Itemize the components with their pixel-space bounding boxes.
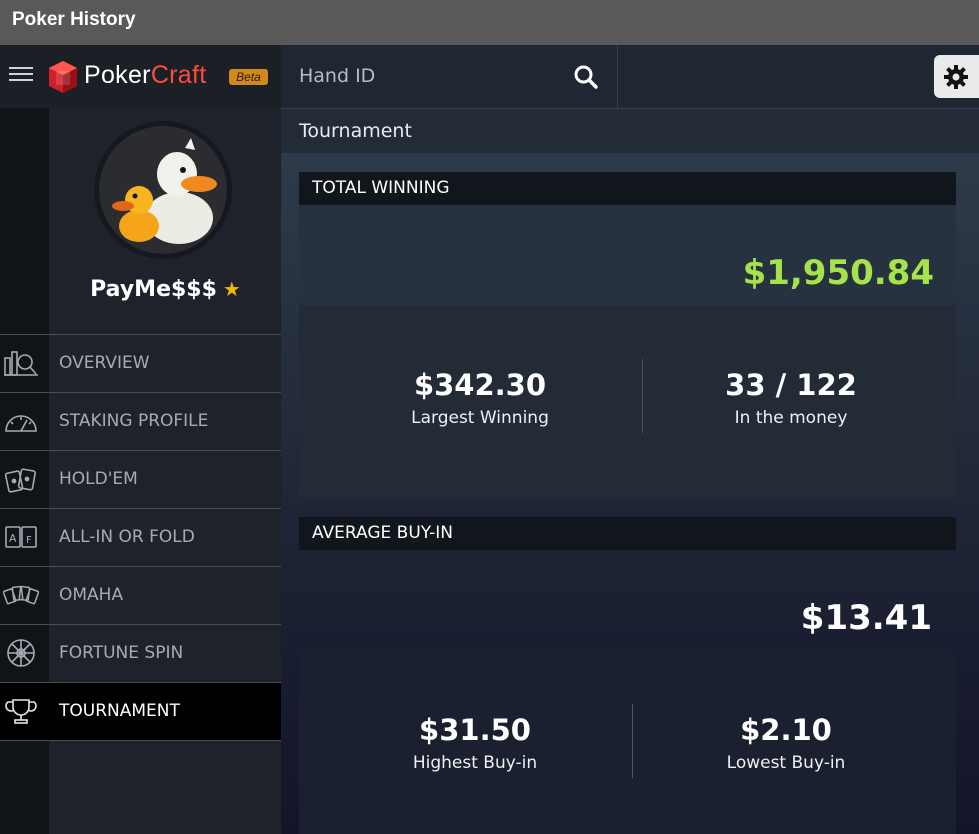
sidebar-item-label: STAKING PROFILE bbox=[59, 411, 209, 431]
sidebar-item-tournament[interactable]: TOURNAMENT bbox=[0, 682, 281, 741]
average-buyin-card: AVERAGE BUY-IN $13.41 $31.50 Highest Buy… bbox=[299, 517, 956, 834]
star-icon: ★ bbox=[222, 277, 241, 301]
card-stats: $31.50 Highest Buy-in $2.10 Lowest Buy-i… bbox=[299, 650, 956, 834]
brand-bar: PokerCraft Beta bbox=[0, 45, 281, 108]
pokercraft-logo-icon bbox=[49, 61, 77, 93]
stat-label: Highest Buy-in bbox=[412, 753, 538, 773]
card-header: AVERAGE BUY-IN bbox=[299, 517, 956, 550]
duck-avatar-icon bbox=[99, 126, 227, 254]
gauge-icon bbox=[5, 415, 37, 432]
sidebar-item-omaha[interactable]: OMAHA bbox=[0, 566, 281, 624]
stat-value: $31.50 bbox=[419, 713, 531, 747]
svg-text:F: F bbox=[26, 535, 32, 546]
avatar bbox=[94, 121, 232, 259]
window-titlebar: Poker History bbox=[0, 0, 979, 45]
sidebar-item-label: OMAHA bbox=[59, 585, 124, 605]
card-header: TOTAL WINNING bbox=[299, 172, 956, 205]
stat-label: Largest Winning bbox=[411, 408, 549, 428]
af-cards-icon: A F bbox=[5, 526, 37, 548]
stat-value: $2.10 bbox=[740, 713, 832, 747]
sidebar-item-label: HOLD'EM bbox=[59, 469, 138, 489]
sidebar-item-label: ALL-IN OR FOLD bbox=[59, 527, 195, 547]
sidebar-item-label: OVERVIEW bbox=[59, 353, 150, 373]
sidebar-item-fortune-spin[interactable]: FORTUNE SPIN bbox=[0, 624, 281, 682]
main-content: TOTAL WINNING $1,950.84 $342.30 Largest … bbox=[281, 153, 979, 834]
cards-icon bbox=[4, 468, 36, 493]
brand-name: PokerCraft bbox=[84, 61, 207, 89]
window-title: Poker History bbox=[12, 9, 136, 30]
section-header: Tournament bbox=[281, 108, 979, 154]
hand-id-search[interactable]: Hand ID bbox=[281, 45, 618, 108]
username: PayMe$$$ ★ bbox=[90, 277, 241, 302]
card-main-value-area: $1,950.84 bbox=[299, 205, 956, 305]
search-input[interactable]: Hand ID bbox=[299, 65, 375, 87]
sidebar-item-label: TOURNAMENT bbox=[59, 701, 180, 721]
trophy-icon bbox=[5, 699, 37, 724]
omaha-cards-icon bbox=[3, 585, 39, 605]
total-winning-value: $1,950.84 bbox=[742, 253, 934, 293]
stat-label: In the money bbox=[734, 408, 848, 428]
gear-icon bbox=[944, 65, 968, 89]
hamburger-menu-icon[interactable] bbox=[9, 67, 33, 85]
sidebar-nav: OVERVIEW STAKING PROFILE HOLD'EM A F ALL… bbox=[0, 334, 281, 741]
wheel-icon bbox=[7, 639, 35, 667]
sidebar-item-overview[interactable]: OVERVIEW bbox=[0, 334, 281, 392]
stat-value: $342.30 bbox=[413, 368, 547, 402]
in-the-money-stat: 33 / 122 In the money bbox=[627, 368, 955, 428]
average-buyin-value: $13.41 bbox=[800, 598, 932, 638]
search-icon[interactable] bbox=[573, 64, 599, 90]
card-main-value-area: $13.41 bbox=[299, 550, 956, 650]
top-bar bbox=[618, 45, 979, 108]
sidebar-item-label: FORTUNE SPIN bbox=[59, 643, 184, 663]
stat-label: Lowest Buy-in bbox=[726, 753, 846, 773]
overview-icon bbox=[4, 351, 38, 376]
beta-badge: Beta bbox=[229, 69, 268, 85]
stat-value: 33 / 122 bbox=[725, 368, 857, 402]
page-title: Tournament bbox=[299, 120, 412, 142]
sidebar: PokerCraft Beta PayMe$$$ ★ OVERVIEW STAK… bbox=[0, 45, 281, 834]
settings-button[interactable] bbox=[934, 55, 979, 98]
sidebar-item-holdem[interactable]: HOLD'EM bbox=[0, 450, 281, 508]
highest-buyin-stat: $31.50 Highest Buy-in bbox=[311, 713, 639, 773]
lowest-buyin-stat: $2.10 Lowest Buy-in bbox=[622, 713, 950, 773]
card-stats: $342.30 Largest Winning 33 / 122 In the … bbox=[299, 305, 956, 497]
largest-winning-stat: $342.30 Largest Winning bbox=[316, 368, 644, 428]
sidebar-item-staking-profile[interactable]: STAKING PROFILE bbox=[0, 392, 281, 450]
sidebar-item-all-in-or-fold[interactable]: A F ALL-IN OR FOLD bbox=[0, 508, 281, 566]
total-winning-card: TOTAL WINNING $1,950.84 $342.30 Largest … bbox=[299, 172, 956, 497]
svg-text:A: A bbox=[9, 532, 17, 545]
